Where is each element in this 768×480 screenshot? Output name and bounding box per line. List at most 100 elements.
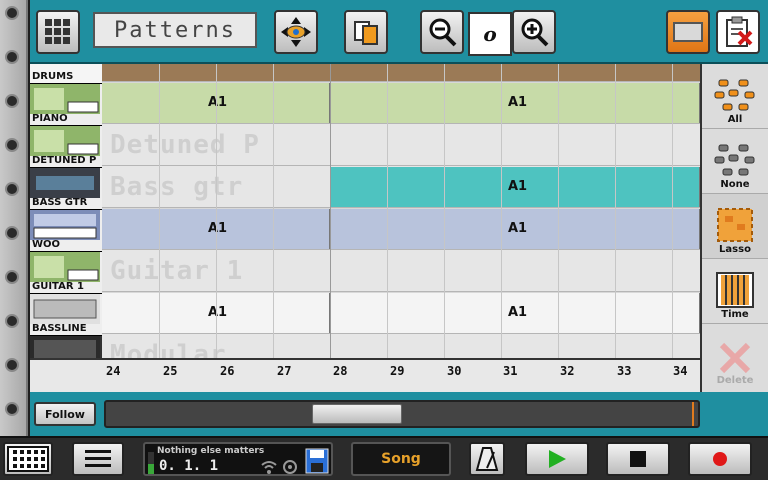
zoom-level: o (468, 12, 512, 56)
song-position: 0. 1. 1 (159, 458, 219, 474)
time-select-icon (716, 272, 754, 308)
select-none-button[interactable]: None (702, 129, 768, 194)
track-watermark: Guitar 1 (110, 256, 244, 286)
binder-ring (5, 402, 19, 416)
track-list: Drums Piano Detuned P Bass gtr Woo Guita… (30, 64, 102, 358)
pattern-clip[interactable]: A1 (330, 167, 700, 207)
beat-line (501, 64, 502, 358)
binder-ring (5, 94, 19, 108)
track-name: Piano (32, 113, 68, 124)
tool-label: Lasso (719, 244, 751, 255)
track-header-bass-gtr[interactable]: Bass gtr (30, 168, 102, 210)
lasso-icon (717, 208, 753, 242)
pattern-label: A1 (508, 305, 528, 320)
zoom-out-button[interactable] (420, 10, 464, 54)
binder-ring (5, 226, 19, 240)
binder-ring (5, 358, 19, 372)
binder-ring (5, 314, 19, 328)
level-meter-icon (148, 452, 154, 474)
save-icon[interactable] (305, 448, 329, 474)
song-scrollbar[interactable] (104, 400, 700, 428)
grid-row-modular[interactable]: Modular (102, 334, 700, 358)
pattern-clip[interactable]: A1 (330, 83, 700, 123)
grid-row-piano[interactable]: A1 A1 (102, 82, 700, 124)
delete-button[interactable]: Delete (702, 324, 768, 389)
stop-button[interactable] (606, 442, 670, 476)
instrument-thumbnail (30, 210, 100, 240)
selection-tools-panel: All None Lasso Time Delete (700, 64, 768, 392)
pattern-label: A1 (508, 95, 528, 110)
pattern-label: A1 (208, 95, 228, 110)
follow-button[interactable]: Follow (34, 402, 96, 426)
grid-menu-button[interactable] (36, 10, 80, 54)
binder-ring (5, 270, 19, 284)
ruler-tick: 28 (333, 364, 348, 378)
zoom-in-icon (521, 18, 549, 47)
pattern-clip[interactable]: A1 (330, 209, 700, 249)
grid-row-drums[interactable] (102, 64, 700, 82)
track-name: BassLine (32, 323, 87, 334)
pattern-grid[interactable]: A1 A1 Detuned P Bass gtr A1 A1 A1 Guitar… (102, 64, 700, 358)
ruler-tick: 25 (163, 364, 178, 378)
track-header-bassline[interactable]: BassLine (30, 294, 102, 336)
keyboard-icon (7, 446, 49, 472)
beat-line (444, 64, 445, 358)
tool-label: All (727, 114, 743, 125)
move-icon (281, 17, 311, 47)
clipboard-delete-button[interactable] (716, 10, 760, 54)
track-watermark: Bass gtr (110, 172, 244, 202)
track-header-piano[interactable]: Piano (30, 84, 102, 126)
gamepad-icon (283, 460, 297, 474)
grid-row-detuned-p[interactable]: Detuned P (102, 124, 700, 166)
song-name: Nothing else matters (157, 446, 265, 456)
track-watermark: Detuned P (110, 130, 260, 160)
binder-ring (5, 50, 19, 64)
lasso-button[interactable]: Lasso (702, 194, 768, 259)
pattern-label: A1 (208, 221, 228, 236)
track-header-woo[interactable]: Woo (30, 210, 102, 252)
track-header-guitar-1[interactable]: Guitar 1 (30, 252, 102, 294)
copy-button[interactable] (344, 10, 388, 54)
delete-icon (719, 342, 751, 374)
record-icon (713, 452, 727, 466)
record-button[interactable] (688, 442, 752, 476)
song-info-display[interactable]: Nothing else matters 0. 1. 1 (143, 442, 333, 476)
grid-icon (45, 19, 70, 44)
pattern-clip[interactable]: A1 (330, 293, 700, 333)
menu-button[interactable] (72, 442, 124, 476)
beat-line (615, 64, 616, 358)
ruler-tick: 33 (617, 364, 632, 378)
track-header-modular[interactable] (30, 336, 102, 358)
track-header-detuned-p[interactable]: Detuned P (30, 126, 102, 168)
ruler-tick: 31 (503, 364, 518, 378)
instrument-thumbnail (30, 126, 100, 156)
pattern-label: A1 (508, 221, 528, 236)
view-title: Patterns (93, 12, 257, 48)
beat-line (672, 64, 673, 358)
select-all-button[interactable]: All (702, 64, 768, 129)
grid-row-bass-gtr[interactable]: Bass gtr A1 (102, 166, 700, 208)
ruler-tick: 32 (560, 364, 575, 378)
scroll-thumb[interactable] (312, 404, 402, 424)
time-select-button[interactable]: Time (702, 259, 768, 324)
instrument-thumbnail (30, 168, 100, 198)
beat-line (387, 64, 388, 358)
keyboard-button[interactable] (3, 442, 53, 476)
timeline-ruler[interactable]: 24 25 26 27 28 29 30 31 32 33 34 (30, 358, 700, 392)
grid-row-guitar-1[interactable]: Guitar 1 (102, 250, 700, 292)
play-button[interactable] (525, 442, 589, 476)
zoom-in-button[interactable] (512, 10, 556, 54)
transport-bar: Nothing else matters 0. 1. 1 Song (0, 436, 768, 480)
tool-label: Time (721, 309, 749, 320)
track-watermark: Modular (110, 340, 227, 358)
move-button[interactable] (274, 10, 318, 54)
binder-ring (5, 138, 19, 152)
ruler-tick: 24 (106, 364, 121, 378)
view-toggle-button[interactable] (666, 10, 710, 54)
track-header-drums[interactable]: Drums (30, 64, 102, 84)
grid-row-bassline[interactable]: A1 A1 (102, 292, 700, 334)
tool-label: Delete (716, 375, 754, 386)
metronome-button[interactable] (469, 442, 505, 476)
grid-row-woo[interactable]: A1 A1 (102, 208, 700, 250)
song-mode-button[interactable]: Song (351, 442, 451, 476)
